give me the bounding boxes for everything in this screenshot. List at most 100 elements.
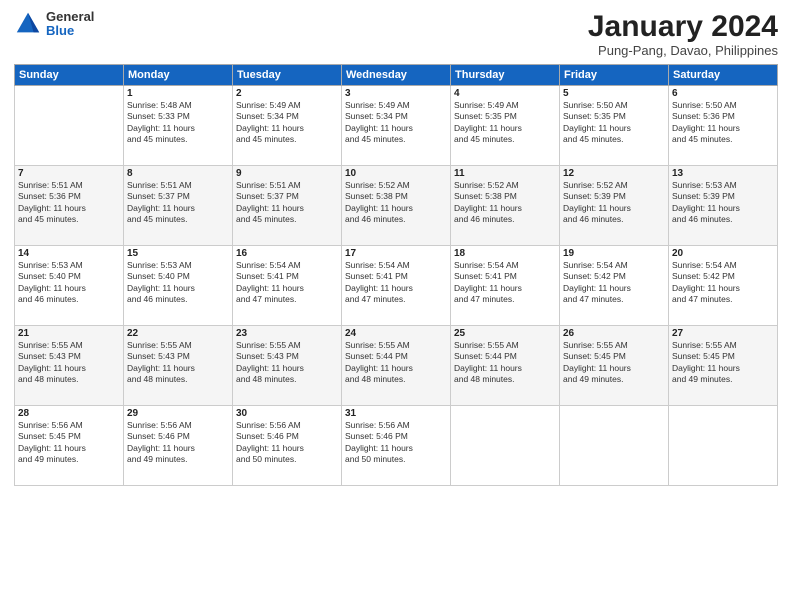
day-cell: 30Sunrise: 5:56 AM Sunset: 5:46 PM Dayli…	[233, 406, 342, 486]
logo-icon	[14, 10, 42, 38]
day-info: Sunrise: 5:54 AM Sunset: 5:42 PM Dayligh…	[563, 260, 665, 306]
day-cell: 31Sunrise: 5:56 AM Sunset: 5:46 PM Dayli…	[342, 406, 451, 486]
day-info: Sunrise: 5:52 AM Sunset: 5:38 PM Dayligh…	[454, 180, 556, 226]
day-info: Sunrise: 5:53 AM Sunset: 5:39 PM Dayligh…	[672, 180, 774, 226]
day-number: 24	[345, 328, 447, 339]
day-number: 26	[563, 328, 665, 339]
day-info: Sunrise: 5:55 AM Sunset: 5:43 PM Dayligh…	[18, 340, 120, 386]
day-cell: 8Sunrise: 5:51 AM Sunset: 5:37 PM Daylig…	[124, 166, 233, 246]
week-row-3: 21Sunrise: 5:55 AM Sunset: 5:43 PM Dayli…	[15, 326, 778, 406]
day-cell: 20Sunrise: 5:54 AM Sunset: 5:42 PM Dayli…	[669, 246, 778, 326]
day-number: 7	[18, 168, 120, 179]
day-number: 21	[18, 328, 120, 339]
logo-text: General Blue	[46, 10, 94, 39]
day-number: 11	[454, 168, 556, 179]
day-number: 18	[454, 248, 556, 259]
header: General Blue January 2024 Pung-Pang, Dav…	[14, 10, 778, 58]
day-number: 2	[236, 88, 338, 99]
day-cell: 22Sunrise: 5:55 AM Sunset: 5:43 PM Dayli…	[124, 326, 233, 406]
day-cell	[15, 86, 124, 166]
header-row: SundayMondayTuesdayWednesdayThursdayFrid…	[15, 65, 778, 86]
day-info: Sunrise: 5:56 AM Sunset: 5:45 PM Dayligh…	[18, 420, 120, 466]
day-number: 31	[345, 408, 447, 419]
day-info: Sunrise: 5:56 AM Sunset: 5:46 PM Dayligh…	[236, 420, 338, 466]
day-cell: 24Sunrise: 5:55 AM Sunset: 5:44 PM Dayli…	[342, 326, 451, 406]
day-cell: 26Sunrise: 5:55 AM Sunset: 5:45 PM Dayli…	[560, 326, 669, 406]
day-info: Sunrise: 5:49 AM Sunset: 5:34 PM Dayligh…	[345, 100, 447, 146]
day-number: 27	[672, 328, 774, 339]
week-row-1: 7Sunrise: 5:51 AM Sunset: 5:36 PM Daylig…	[15, 166, 778, 246]
day-info: Sunrise: 5:52 AM Sunset: 5:38 PM Dayligh…	[345, 180, 447, 226]
header-cell-thursday: Thursday	[451, 65, 560, 86]
page: General Blue January 2024 Pung-Pang, Dav…	[0, 0, 792, 612]
day-cell: 12Sunrise: 5:52 AM Sunset: 5:39 PM Dayli…	[560, 166, 669, 246]
day-number: 28	[18, 408, 120, 419]
day-cell: 15Sunrise: 5:53 AM Sunset: 5:40 PM Dayli…	[124, 246, 233, 326]
day-number: 30	[236, 408, 338, 419]
day-number: 9	[236, 168, 338, 179]
day-cell: 11Sunrise: 5:52 AM Sunset: 5:38 PM Dayli…	[451, 166, 560, 246]
week-row-2: 14 Sunrise: 5:53 AM Sunset: 5:40 PM Dayli…	[15, 246, 778, 326]
header-cell-saturday: Saturday	[669, 65, 778, 86]
week-row-0: 1Sunrise: 5:48 AM Sunset: 5:33 PM Daylig…	[15, 86, 778, 166]
day-number: 13	[672, 168, 774, 179]
day-number: 20	[672, 248, 774, 259]
day-info: Sunrise: 5:54 AM Sunset: 5:41 PM Dayligh…	[236, 260, 338, 306]
day-number: 8	[127, 168, 229, 179]
header-cell-monday: Monday	[124, 65, 233, 86]
day-number: 19	[563, 248, 665, 259]
day-info: Sunrise: 5:53 AM Sunset: 5:40 PM Dayligh…	[127, 260, 229, 306]
day-cell: 18Sunrise: 5:54 AM Sunset: 5:41 PM Dayli…	[451, 246, 560, 326]
header-cell-sunday: Sunday	[15, 65, 124, 86]
day-number: 22	[127, 328, 229, 339]
calendar-header: SundayMondayTuesdayWednesdayThursdayFrid…	[15, 65, 778, 86]
title-month: January 2024	[588, 10, 778, 43]
day-number: 17	[345, 248, 447, 259]
logo-blue: Blue	[46, 24, 94, 38]
logo: General Blue	[14, 10, 94, 39]
day-cell: 1Sunrise: 5:48 AM Sunset: 5:33 PM Daylig…	[124, 86, 233, 166]
day-cell: 21Sunrise: 5:55 AM Sunset: 5:43 PM Dayli…	[15, 326, 124, 406]
day-cell: 9Sunrise: 5:51 AM Sunset: 5:37 PM Daylig…	[233, 166, 342, 246]
day-number: 1	[127, 88, 229, 99]
day-info: Sunrise: 5:49 AM Sunset: 5:34 PM Dayligh…	[236, 100, 338, 146]
day-info: Sunrise: 5:56 AM Sunset: 5:46 PM Dayligh…	[345, 420, 447, 466]
day-cell: 5Sunrise: 5:50 AM Sunset: 5:35 PM Daylig…	[560, 86, 669, 166]
week-row-4: 28Sunrise: 5:56 AM Sunset: 5:45 PM Dayli…	[15, 406, 778, 486]
day-number: 3	[345, 88, 447, 99]
day-cell: 23Sunrise: 5:55 AM Sunset: 5:43 PM Dayli…	[233, 326, 342, 406]
day-cell: 28Sunrise: 5:56 AM Sunset: 5:45 PM Dayli…	[15, 406, 124, 486]
day-cell	[669, 406, 778, 486]
day-number: 4	[454, 88, 556, 99]
title-location: Pung-Pang, Davao, Philippines	[588, 43, 778, 58]
day-info: Sunrise: 5:48 AM Sunset: 5:33 PM Dayligh…	[127, 100, 229, 146]
day-info: Sunrise: 5:51 AM Sunset: 5:37 PM Dayligh…	[236, 180, 338, 226]
day-info: Sunrise: 5:56 AM Sunset: 5:46 PM Dayligh…	[127, 420, 229, 466]
day-info: Sunrise: 5:54 AM Sunset: 5:41 PM Dayligh…	[345, 260, 447, 306]
day-cell: 2Sunrise: 5:49 AM Sunset: 5:34 PM Daylig…	[233, 86, 342, 166]
day-cell: 25Sunrise: 5:55 AM Sunset: 5:44 PM Dayli…	[451, 326, 560, 406]
day-number: 29	[127, 408, 229, 419]
logo-general: General	[46, 10, 94, 24]
day-number: 14	[18, 248, 120, 259]
day-cell: 17Sunrise: 5:54 AM Sunset: 5:41 PM Dayli…	[342, 246, 451, 326]
day-cell	[451, 406, 560, 486]
day-info: Sunrise: 5:54 AM Sunset: 5:42 PM Dayligh…	[672, 260, 774, 306]
header-cell-wednesday: Wednesday	[342, 65, 451, 86]
day-cell: 13Sunrise: 5:53 AM Sunset: 5:39 PM Dayli…	[669, 166, 778, 246]
day-cell: 7Sunrise: 5:51 AM Sunset: 5:36 PM Daylig…	[15, 166, 124, 246]
day-info: Sunrise: 5:55 AM Sunset: 5:45 PM Dayligh…	[672, 340, 774, 386]
day-cell: 19Sunrise: 5:54 AM Sunset: 5:42 PM Dayli…	[560, 246, 669, 326]
day-cell: 4Sunrise: 5:49 AM Sunset: 5:35 PM Daylig…	[451, 86, 560, 166]
day-number: 23	[236, 328, 338, 339]
day-info: Sunrise: 5:54 AM Sunset: 5:41 PM Dayligh…	[454, 260, 556, 306]
day-info: Sunrise: 5:55 AM Sunset: 5:43 PM Dayligh…	[127, 340, 229, 386]
day-number: 25	[454, 328, 556, 339]
day-number: 6	[672, 88, 774, 99]
day-cell: 10Sunrise: 5:52 AM Sunset: 5:38 PM Dayli…	[342, 166, 451, 246]
header-cell-tuesday: Tuesday	[233, 65, 342, 86]
calendar-table: SundayMondayTuesdayWednesdayThursdayFrid…	[14, 64, 778, 486]
day-cell	[560, 406, 669, 486]
day-info: Sunrise: 5:55 AM Sunset: 5:44 PM Dayligh…	[345, 340, 447, 386]
day-info: Sunrise: 5:50 AM Sunset: 5:36 PM Dayligh…	[672, 100, 774, 146]
